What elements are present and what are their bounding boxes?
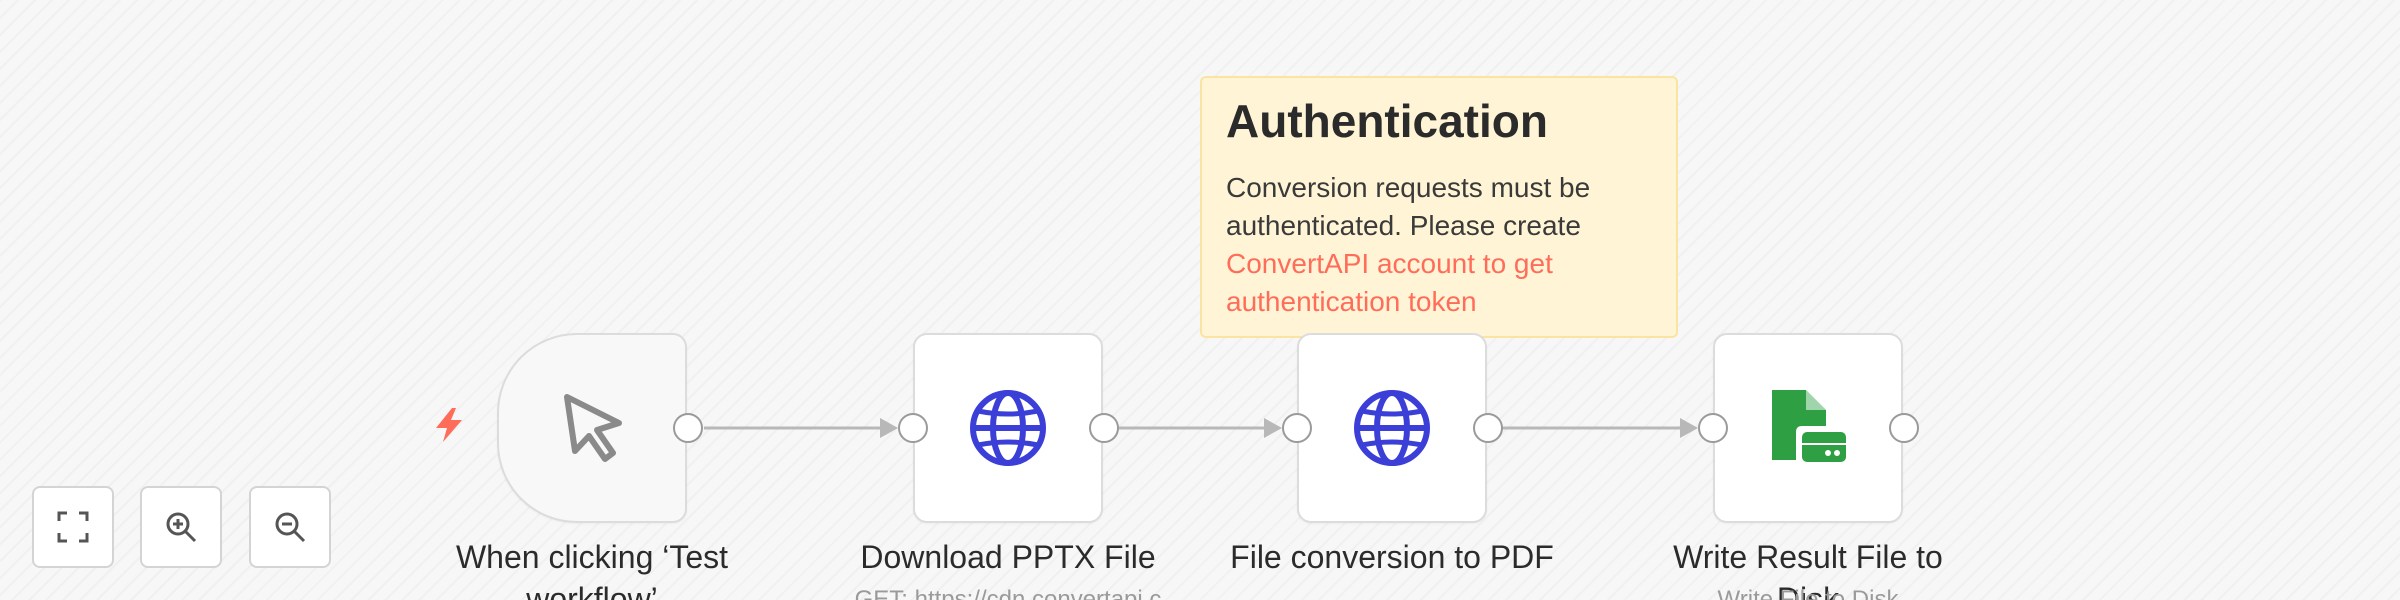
node-file-conversion-output-port[interactable] <box>1473 413 1503 443</box>
zoom-in-icon <box>166 512 197 543</box>
node-file-conversion[interactable] <box>1297 333 1487 523</box>
node-download-pptx-output-port[interactable] <box>1089 413 1119 443</box>
fit-view-button[interactable] <box>32 486 114 568</box>
workflow-canvas[interactable]: Authentication Conversion requests must … <box>0 0 2400 600</box>
node-write-file[interactable] <box>1713 333 1903 523</box>
sticky-note-text: Conversion requests must be authenticate… <box>1226 171 1591 241</box>
zoom-out-button[interactable] <box>249 486 331 568</box>
node-file-conversion-label: File conversion to PDF <box>1230 539 1554 575</box>
connection-download-to-conversion[interactable] <box>1118 418 1282 438</box>
node-manual-trigger-output-port[interactable] <box>673 413 703 443</box>
sticky-note-body: Conversion requests must be authenticate… <box>1226 169 1652 321</box>
globe-icon <box>970 390 1046 466</box>
trigger-bolt-icon <box>436 408 462 442</box>
node-manual-trigger-label: When clicking ‘Test workflow’ <box>455 539 729 600</box>
fit-view-icon <box>57 511 89 543</box>
node-download-pptx-label: Download PPTX File <box>860 539 1156 575</box>
pointer-cursor-icon <box>564 394 622 462</box>
node-write-file-subtitle: Write File to Disk <box>1717 586 1899 600</box>
sticky-note-title: Authentication <box>1226 95 1548 147</box>
node-download-pptx[interactable] <box>913 333 1103 523</box>
connection-conversion-to-write[interactable] <box>1502 418 1698 438</box>
zoom-out-icon <box>275 512 306 543</box>
node-file-conversion-input-port[interactable] <box>1282 413 1312 443</box>
node-download-pptx-subtitle: GET: https://cdn.convertapi.c <box>854 586 1162 600</box>
zoom-in-button[interactable] <box>140 486 222 568</box>
node-write-file-input-port[interactable] <box>1698 413 1728 443</box>
globe-icon <box>1354 390 1430 466</box>
convertapi-account-link[interactable]: ConvertAPI account to get authentication… <box>1226 248 1553 317</box>
node-download-pptx-input-port[interactable] <box>898 413 928 443</box>
file-disk-icon <box>1772 390 1846 462</box>
node-write-file-output-port[interactable] <box>1889 413 1919 443</box>
sticky-note-authentication[interactable]: Authentication Conversion requests must … <box>1200 76 1678 338</box>
connection-trigger-to-download[interactable] <box>704 418 898 438</box>
node-manual-trigger[interactable] <box>497 333 687 523</box>
